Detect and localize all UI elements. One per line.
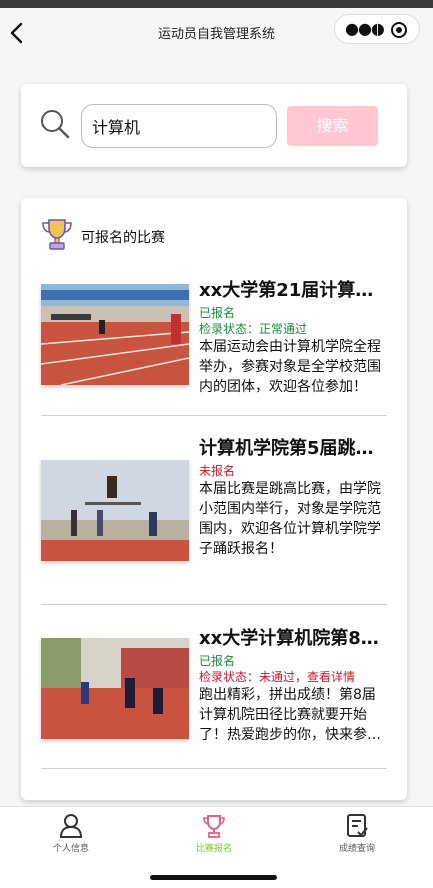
list-item[interactable]: xx大学计算机院第8届田径比赛 已报名 检录状态：未通过，查看详情 跑出精彩，拼… [41, 628, 387, 758]
search-button[interactable]: 搜索 [287, 106, 378, 146]
competition-info: 计算机学院第5届跳高比赛 未报名 本届比赛是跳高比赛，由学院小范围内举行，对象是… [199, 438, 387, 559]
divider [41, 415, 387, 416]
divider [41, 768, 387, 769]
competition-description: 跑出精彩，拼出成绩！第8届计算机院田径比赛就要开始了！热爱跑步的你，快来参加吧！ [199, 687, 381, 743]
divider [41, 604, 387, 605]
trophy-icon [42, 219, 72, 250]
tab-personal-info[interactable]: 个人信息 [21, 813, 121, 854]
document-check-icon [347, 814, 368, 837]
competition-image [41, 284, 189, 385]
registration-status: 已报名 [199, 654, 236, 668]
user-icon [59, 814, 83, 838]
search-input[interactable] [81, 104, 277, 148]
competition-image [41, 460, 189, 561]
competition-description: 本届比赛是跳高比赛，由学院小范围内举行，对象是学院范围内，欢迎各位计算机学院学子… [199, 481, 381, 557]
competition-list-card: 可报名的比赛 xx大学第21届计算机学院运动会 已报名 检录状态：正常通过 本届… [21, 198, 407, 800]
search-card: 搜索 [21, 84, 407, 167]
competition-name: 计算机学院第5届跳高比赛 [199, 438, 387, 459]
competition-name: xx大学计算机院第8届田径比赛 [199, 628, 387, 649]
tab-bar: 个人信息 比赛报名 成绩查询 [0, 806, 433, 867]
check-in-status: 检录状态：正常通过 [199, 322, 308, 336]
capsule-divider [377, 21, 378, 39]
competition-name: xx大学第21届计算机学院运动会 [199, 280, 387, 301]
status-bar [0, 0, 433, 8]
close-target-icon[interactable] [390, 21, 408, 39]
competition-info: xx大学第21届计算机学院运动会 已报名 检录状态：正常通过 本届运动会由计算机… [199, 280, 387, 397]
tab-score-query[interactable]: 成绩查询 [307, 813, 407, 854]
registration-status: 已报名 [199, 306, 236, 320]
list-item[interactable]: 计算机学院第5届跳高比赛 未报名 本届比赛是跳高比赛，由学院小范围内举行，对象是… [41, 438, 387, 588]
more-icon[interactable]: ●●● [345, 21, 385, 37]
check-in-status-link[interactable]: 检录状态：未通过，查看详情 [199, 669, 387, 685]
competition-description: 本届运动会由计算机学院全程举办，参赛对象是全学校范围内的团体，欢迎各位参加！ [199, 339, 381, 395]
list-title: 可报名的比赛 [81, 230, 165, 246]
nav-bar: 运动员自我管理系统 ●●● [0, 8, 433, 58]
tab-label: 个人信息 [52, 844, 89, 854]
competition-info: xx大学计算机院第8届田径比赛 已报名 检录状态：未通过，查看详情 跑出精彩，拼… [199, 628, 387, 745]
home-indicator [150, 875, 277, 880]
tab-label: 成绩查询 [338, 844, 375, 854]
tab-competition-signup[interactable]: 比赛报名 [164, 813, 264, 854]
tab-label: 比赛报名 [195, 844, 232, 854]
search-icon [41, 110, 70, 139]
list-item[interactable]: xx大学第21届计算机学院运动会 已报名 检录状态：正常通过 本届运动会由计算机… [41, 280, 387, 400]
competition-image [41, 638, 189, 739]
trophy-tab-icon [203, 815, 225, 838]
registration-status: 未报名 [199, 464, 236, 478]
mini-program-capsule: ●●● [334, 14, 420, 44]
